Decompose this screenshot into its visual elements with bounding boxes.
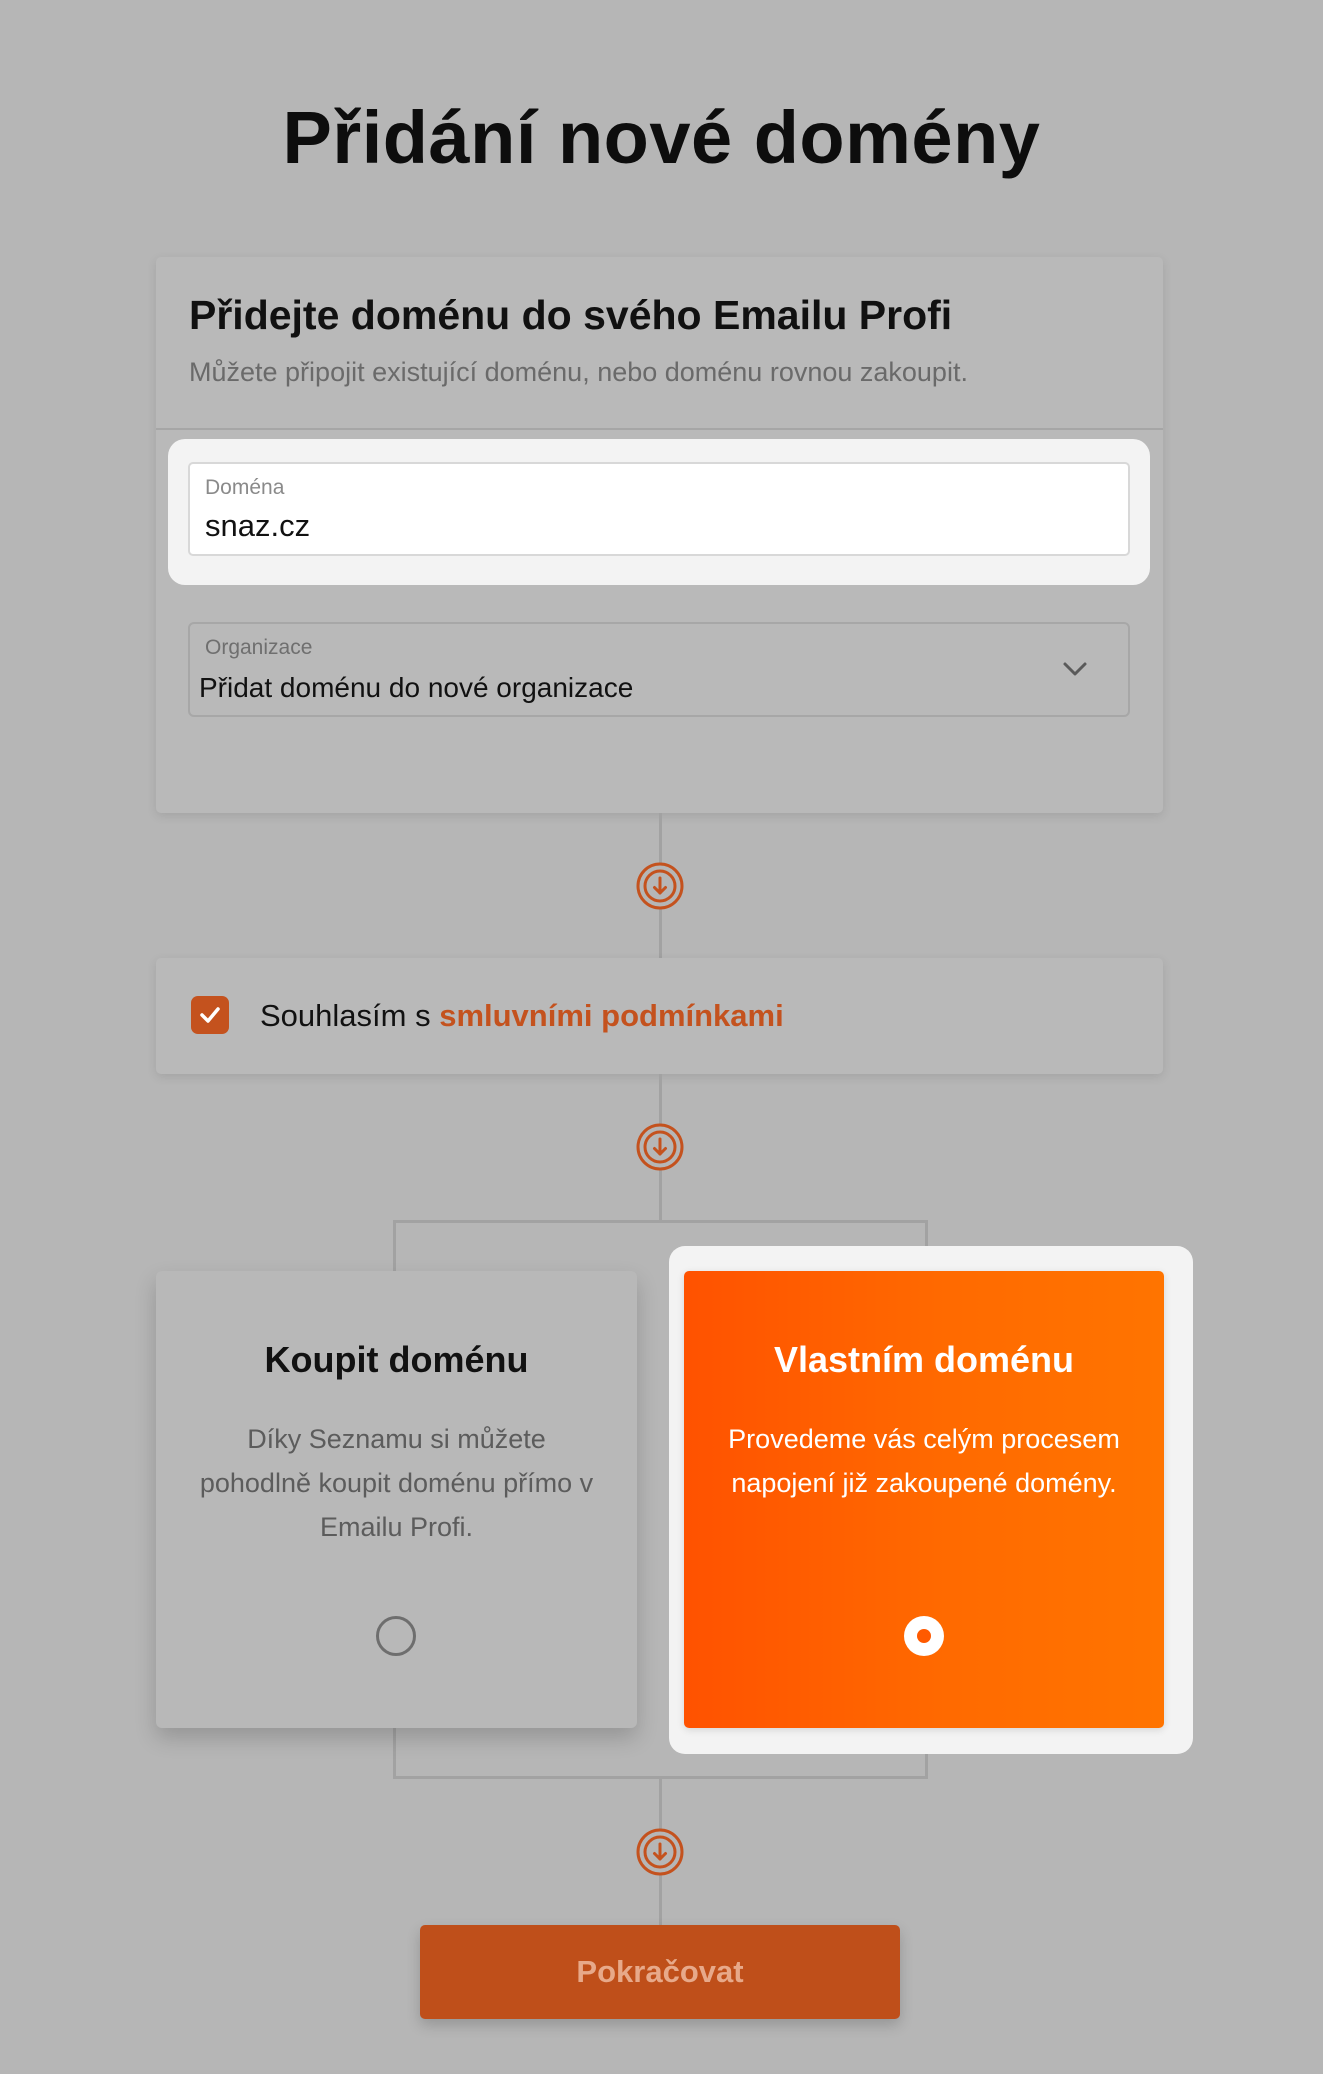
connector-line: [925, 1752, 928, 1778]
option-buy-domain-title: Koupit doménu: [264, 1339, 529, 1380]
organization-select[interactable]: Organizace Přidat doménu do nové organiz…: [188, 622, 1130, 717]
terms-label: Souhlasím s smluvními podmínkami: [260, 998, 784, 1034]
connector-line: [393, 1220, 396, 1272]
option-buy-domain[interactable]: Koupit doménu Díky Seznamu si můžete poh…: [156, 1271, 637, 1728]
domain-card-subtitle: Můžete připojit existující doménu, nebo …: [189, 357, 968, 387]
domain-input[interactable]: Doména snaz.cz: [188, 462, 1130, 556]
check-icon: [200, 1007, 220, 1023]
arrow-down-circle-icon: [636, 862, 684, 910]
option-buy-domain-radio[interactable]: [376, 1616, 416, 1656]
organization-select-value: Přidat doménu do nové organizace: [199, 672, 634, 703]
continue-button[interactable]: Pokračovat: [420, 1925, 900, 2019]
option-own-domain-title: Vlastním doménu: [773, 1339, 1075, 1380]
domain-input-value[interactable]: snaz.cz: [205, 508, 310, 544]
connector-branch: [393, 1220, 928, 1223]
organization-select-label: Organizace: [205, 636, 313, 659]
chevron-down-icon: [1063, 662, 1087, 676]
arrow-down-circle-icon: [636, 1123, 684, 1171]
terms-link[interactable]: smluvními podmínkami: [439, 998, 784, 1033]
option-own-domain-description: Provedeme vás celým procesem napojení ji…: [728, 1424, 1120, 1498]
arrow-down-circle-icon: [636, 1828, 684, 1876]
domain-card-header: Přidejte doménu do svého Emailu Profi Mů…: [156, 257, 1163, 430]
page-title: Přidání nové domény: [282, 96, 1041, 179]
connector-line: [393, 1728, 396, 1778]
terms-prefix: Souhlasím s: [260, 998, 440, 1033]
option-own-domain[interactable]: Vlastním doménu Provedeme vás celým proc…: [684, 1271, 1164, 1728]
domain-card-title: Přidejte doménu do svého Emailu Profi: [189, 292, 953, 338]
terms-card: Souhlasím s smluvními podmínkami: [156, 958, 1163, 1074]
domain-input-label: Doména: [205, 476, 285, 499]
terms-checkbox[interactable]: [191, 996, 229, 1034]
option-buy-domain-description: Díky Seznamu si můžete pohodlně koupit d…: [199, 1424, 594, 1542]
option-own-domain-radio[interactable]: [904, 1616, 944, 1656]
